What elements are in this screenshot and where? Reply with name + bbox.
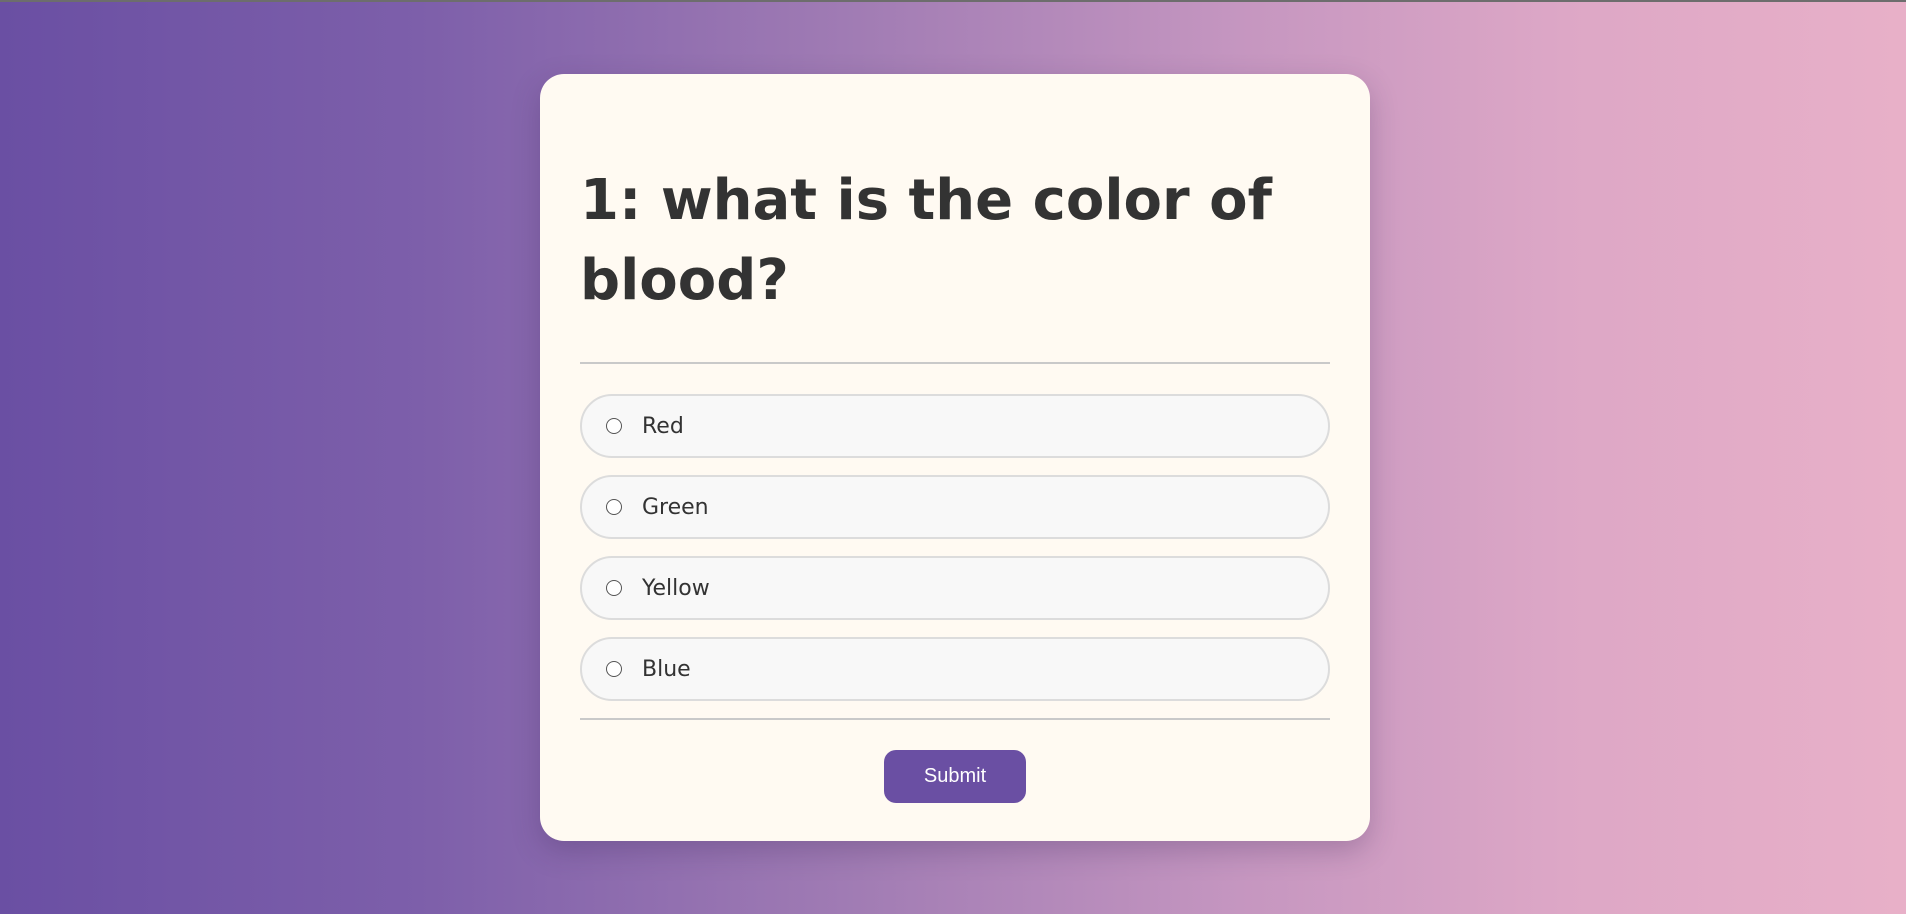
divider	[580, 718, 1330, 720]
option-yellow[interactable]: Yellow	[580, 556, 1330, 620]
submit-row: Submit	[580, 750, 1330, 803]
window-top-border	[0, 0, 1906, 2]
radio-button[interactable]	[606, 499, 622, 515]
option-label: Red	[642, 413, 684, 439]
question-title: 1: what is the color of blood?	[580, 168, 1272, 313]
option-label: Yellow	[642, 575, 710, 601]
radio-button[interactable]	[606, 661, 622, 677]
divider	[580, 362, 1330, 364]
option-green[interactable]: Green	[580, 475, 1330, 539]
radio-button[interactable]	[606, 580, 622, 596]
answer-options: Red Green Yellow Blue	[580, 394, 1330, 701]
option-label: Blue	[642, 656, 691, 682]
radio-button[interactable]	[606, 418, 622, 434]
quiz-card: 1: what is the color of blood? Red Green…	[540, 74, 1370, 841]
option-red[interactable]: Red	[580, 394, 1330, 458]
submit-button[interactable]: Submit	[884, 750, 1026, 803]
option-blue[interactable]: Blue	[580, 637, 1330, 701]
option-label: Green	[642, 494, 709, 520]
